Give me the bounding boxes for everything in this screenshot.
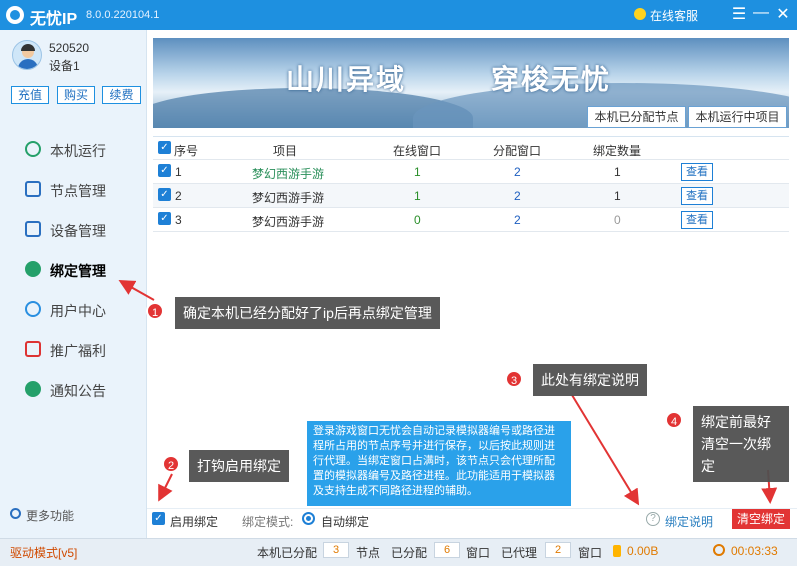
driver-mode: 驱动模式[v5] xyxy=(10,546,78,560)
windows-assigned-count: 6 xyxy=(434,542,460,558)
callout-number-1: 1 xyxy=(146,302,164,320)
clear-bind-button[interactable]: 清空绑定 xyxy=(732,509,790,529)
bind-help-link[interactable]: 绑定说明 xyxy=(665,513,713,530)
status-label-window: 窗口 xyxy=(466,546,491,560)
arrow-1 xyxy=(118,280,155,301)
uptime-value: 00:03:33 xyxy=(731,544,778,558)
status-label-nodes: 节点 xyxy=(356,546,381,560)
status-label-alloc: 已分配 xyxy=(391,546,428,560)
status-label-assigned: 本机已分配 xyxy=(257,546,318,560)
clock-icon xyxy=(713,544,725,556)
nodes-count: 3 xyxy=(323,542,349,558)
bind-mode-label: 绑定模式: xyxy=(242,515,294,529)
enable-bind-checkbox[interactable]: ✓ xyxy=(152,512,165,525)
callout-3: 此处有绑定说明 xyxy=(533,364,647,396)
windows-proxied-count: 2 xyxy=(545,542,571,558)
status-label-window-2: 窗口 xyxy=(578,546,603,560)
callout-number-4: 4 xyxy=(665,411,683,429)
help-icon[interactable]: ? xyxy=(646,512,660,526)
callout-2: 打钩启用绑定 xyxy=(189,450,289,482)
bind-explanation-tooltip: 登录游戏窗口无忧会自动记录模拟器编号或路径进程所占用的节点序号并进行保存，以后按… xyxy=(307,421,571,506)
arrow-2 xyxy=(158,473,173,502)
callout-1: 确定本机已经分配好了ip后再点绑定管理 xyxy=(175,297,440,329)
traffic-icon xyxy=(613,545,621,557)
callout-number-3: 3 xyxy=(505,370,523,388)
auto-bind-radio[interactable] xyxy=(302,512,315,525)
enable-bind-label[interactable]: 启用绑定 xyxy=(170,513,218,530)
status-label-proxied: 已代理 xyxy=(501,546,538,560)
traffic-value: 0.00B xyxy=(627,544,659,558)
auto-bind-label[interactable]: 自动绑定 xyxy=(321,513,369,530)
callout-4: 绑定前最好清空一次绑定 xyxy=(693,406,789,482)
arrow-3 xyxy=(571,394,640,506)
callout-number-2: 2 xyxy=(162,455,180,473)
